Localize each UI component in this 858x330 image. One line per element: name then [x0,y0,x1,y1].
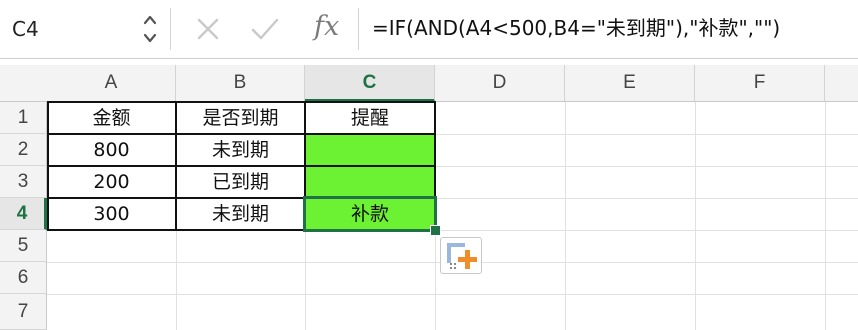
cell-a1[interactable]: 金额 [47,102,176,134]
table-border [175,101,177,231]
paste-options-icon [447,243,477,269]
row-header-3[interactable]: 3 [0,166,47,198]
grid-line [565,102,566,330]
row-header-1[interactable]: 1 [0,102,47,134]
fill-handle[interactable] [430,225,441,236]
function-icon[interactable]: fx [314,10,339,44]
table-border [47,101,49,231]
row-header-2[interactable]: 2 [0,134,47,166]
table-border [47,101,436,103]
cell-b3[interactable]: 已到期 [176,166,305,198]
table-border [47,133,436,135]
cell-c1[interactable]: 提醒 [305,102,435,134]
column-header-g[interactable] [825,65,858,101]
column-header-e[interactable]: E [565,65,695,101]
table-border [47,165,436,167]
column-header-d[interactable]: D [435,65,565,101]
spreadsheet-grid: A B C D E F 1 2 3 4 5 6 7 补款 金额 是否到期 提醒 … [0,59,858,330]
cell-b1[interactable]: 是否到期 [176,102,305,134]
grid-line [47,294,858,295]
formula-input[interactable]: =IF(AND(A4<500,B4="未到期"),"补款","") [372,14,780,42]
name-box-value[interactable]: C4 [12,17,39,41]
formula-bar-divider [170,8,171,50]
column-header-c[interactable]: C [305,65,435,102]
cancel-icon[interactable] [195,16,221,42]
cell-a3[interactable]: 200 [47,166,176,198]
formula-bar: C4 fx =IF(AND(A4<500,B4="未到期"),"补款","") [0,0,858,58]
row-header-4[interactable]: 4 [0,198,47,230]
grid-line [695,102,696,330]
active-cell-outline [303,196,437,232]
formula-bar-divider [358,8,359,50]
name-box-dropdown-icon[interactable] [140,10,160,48]
cell-c3[interactable] [305,166,435,198]
row-header-7[interactable]: 7 [0,294,47,330]
grid-line [825,102,826,330]
cell-b2[interactable]: 未到期 [176,134,305,166]
cell-c2[interactable] [305,134,435,166]
column-header-f[interactable]: F [695,65,825,101]
paste-options-button[interactable] [440,237,482,274]
cell-a4[interactable]: 300 [47,198,176,230]
enter-check-icon[interactable] [250,16,280,42]
row-header-6[interactable]: 6 [0,262,47,294]
cell-b4[interactable]: 未到期 [176,198,305,230]
name-box[interactable]: C4 [0,0,168,58]
cell-a2[interactable]: 800 [47,134,176,166]
row-header-5[interactable]: 5 [0,230,47,262]
column-header-b[interactable]: B [176,65,305,101]
column-header-a[interactable]: A [47,65,176,101]
